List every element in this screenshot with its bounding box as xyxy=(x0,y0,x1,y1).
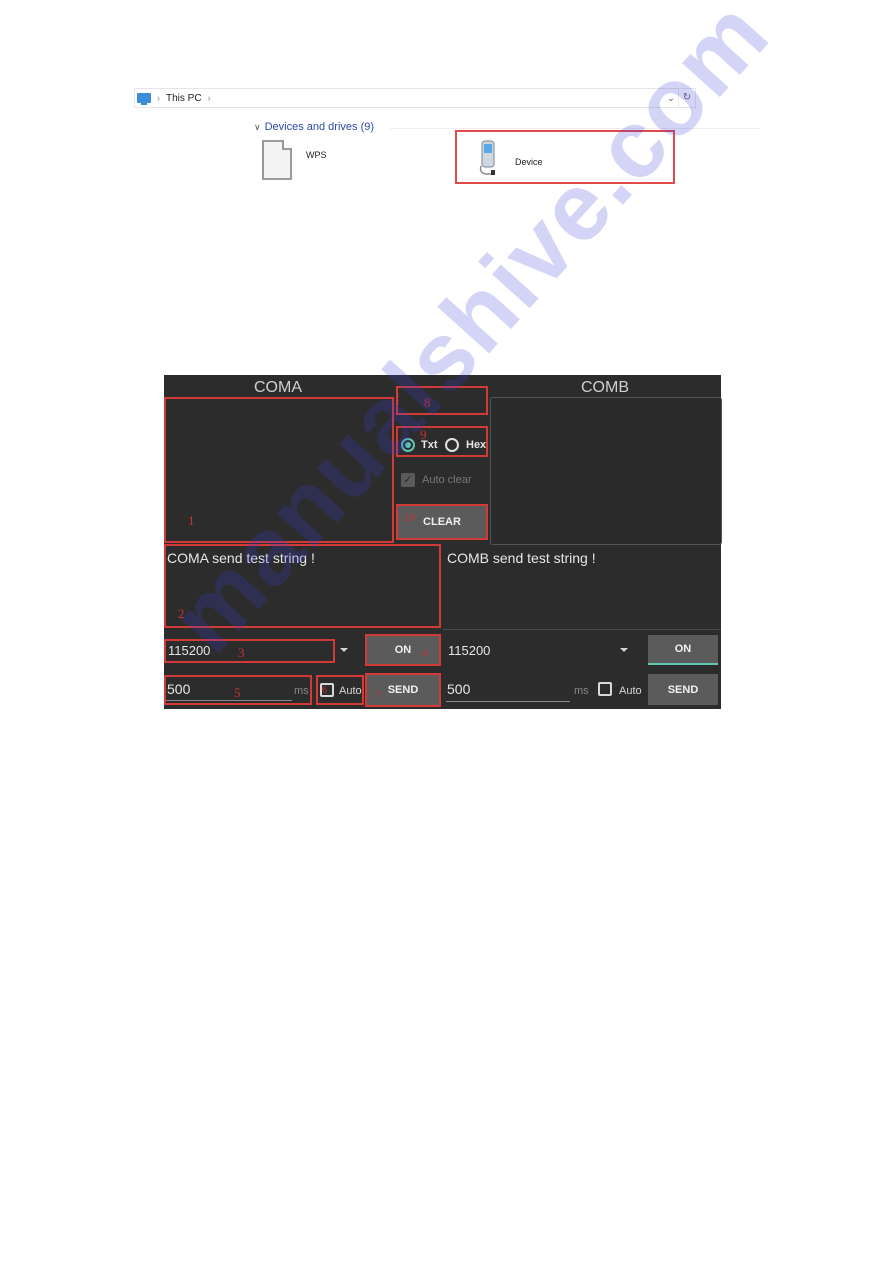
callout-6: 6 xyxy=(322,685,327,696)
callout-7: 7 xyxy=(376,691,381,702)
comb-receive-area[interactable] xyxy=(490,397,722,545)
drive-item-device[interactable]: Device xyxy=(455,130,675,184)
auto-clear-label: Auto clear xyxy=(422,474,472,486)
coma-send-text[interactable]: COMA send test string ! xyxy=(167,550,315,566)
callout-4: 4 xyxy=(422,647,428,659)
devices-and-drives-header[interactable]: ∨ Devices and drives (9) xyxy=(254,121,374,133)
breadcrumb-this-pc[interactable]: This PC xyxy=(166,93,202,104)
comb-header: COMB xyxy=(581,379,629,396)
coma-baud-value: 115200 xyxy=(168,643,211,658)
dropdown-arrow-icon[interactable] xyxy=(340,648,348,652)
breadcrumb-separator: › xyxy=(157,93,160,103)
file-icon xyxy=(262,140,292,180)
coma-header: COMA xyxy=(254,379,302,396)
callout-1: 1 xyxy=(188,513,195,528)
callout-10: 10 xyxy=(404,512,415,524)
callout-8: 8 xyxy=(424,395,431,410)
comb-send-text[interactable]: COMB send test string ! xyxy=(447,550,596,566)
drive-label: WPS xyxy=(306,150,327,160)
drive-item-wps[interactable]: WPS xyxy=(262,140,327,180)
comb-baud-value[interactable]: 115200 xyxy=(448,643,490,658)
chevron-down-icon: ∨ xyxy=(254,121,261,132)
dropdown-arrow-icon[interactable] xyxy=(620,648,628,652)
drive-label: Device xyxy=(515,157,543,167)
comb-on-label: ON xyxy=(674,643,692,655)
comb-auto-checkbox[interactable] xyxy=(598,682,612,696)
radio-txt-label: Txt xyxy=(421,439,438,451)
mobile-device-icon xyxy=(479,140,495,175)
coma-receive-area[interactable] xyxy=(164,397,394,543)
group-divider xyxy=(390,128,760,129)
group-header-label: Devices and drives (9) xyxy=(264,121,375,133)
callout-2: 2 xyxy=(178,606,185,621)
radio-txt[interactable] xyxy=(401,438,415,452)
radio-hex-label: Hex xyxy=(466,439,486,451)
comb-ms-label: ms xyxy=(574,685,589,697)
divider xyxy=(443,629,721,630)
refresh-icon[interactable]: ↻ xyxy=(678,89,695,107)
monitor-icon xyxy=(137,93,151,105)
coma-auto-label: Auto xyxy=(339,685,362,697)
serial-port-app: COMA COMB 1 :: 8 9 Txt Hex ✓ Auto clear … xyxy=(164,375,722,709)
comb-send-button[interactable]: SEND xyxy=(648,674,718,705)
input-underline xyxy=(446,701,570,702)
auto-clear-checkbox[interactable]: ✓ xyxy=(401,473,415,487)
comb-interval-value[interactable]: 500 xyxy=(447,681,470,697)
callout-3: 3 xyxy=(238,645,245,660)
callout-5: 5 xyxy=(234,685,241,700)
port-status-box xyxy=(396,386,488,415)
coma-ms-label: ms xyxy=(294,685,309,697)
breadcrumb-separator[interactable]: › xyxy=(208,93,211,103)
comb-send-label: SEND xyxy=(667,683,699,696)
radio-hex[interactable] xyxy=(445,438,459,452)
address-bar[interactable]: › This PC › ⌄ ↻ xyxy=(134,88,696,108)
comb-auto-label: Auto xyxy=(619,685,642,697)
status-indicator: :: xyxy=(397,391,399,406)
chevron-down-icon[interactable]: ⌄ xyxy=(664,93,678,104)
comb-on-button[interactable]: ON xyxy=(648,635,718,665)
coma-on-callout-box xyxy=(365,634,441,666)
input-underline xyxy=(166,700,292,701)
coma-interval-value: 500 xyxy=(167,681,191,697)
